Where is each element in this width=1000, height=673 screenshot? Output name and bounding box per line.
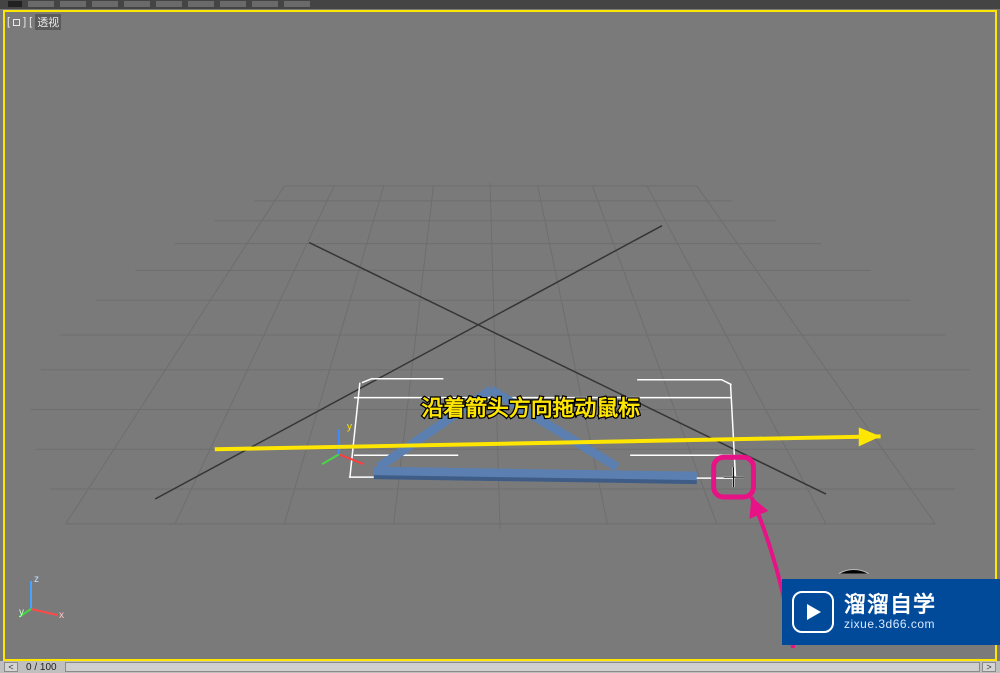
timeline-bar: < 0 / 100 > — [0, 661, 1000, 673]
toolbar-group[interactable] — [60, 1, 86, 7]
toolbar-icon[interactable] — [8, 1, 22, 7]
timeline-prev-button[interactable]: < — [4, 662, 18, 672]
watermark-sub: zixue.3d66.com — [844, 618, 936, 632]
axis-tripod: z x y — [19, 571, 69, 621]
transform-gizmo[interactable]: y — [322, 421, 364, 464]
object-bounds — [349, 379, 736, 478]
toolbar-group[interactable] — [124, 1, 150, 7]
toolbar-group[interactable] — [92, 1, 118, 7]
play-icon — [792, 591, 834, 633]
axis-label-x: x — [59, 610, 64, 621]
annotation-text: 沿着箭头方向拖动鼠标 — [421, 396, 640, 421]
watermark-badge: 溜溜自学 zixue.3d66.com — [782, 579, 1000, 645]
axis-label-y: y — [19, 607, 24, 618]
annotation-arrow — [215, 427, 881, 449]
toolbar-group[interactable] — [28, 1, 54, 7]
timeline-next-button[interactable]: > — [982, 662, 996, 672]
toolbar-group[interactable] — [188, 1, 214, 7]
gizmo-label-y: y — [347, 421, 352, 432]
watermark-title: 溜溜自学 — [844, 592, 936, 617]
perspective-viewport[interactable]: [ ] [ 透视 — [3, 10, 997, 661]
toolbar-group[interactable] — [220, 1, 246, 7]
axis-label-z: z — [34, 574, 39, 585]
toolbar-group[interactable] — [156, 1, 182, 7]
crosshair-cursor-icon — [724, 467, 744, 487]
toolbar-group[interactable] — [284, 1, 310, 7]
timeline-frame-label: 0 / 100 — [20, 662, 63, 673]
toolbar-group[interactable] — [252, 1, 278, 7]
scene[interactable]: y 沿着箭头方向拖动鼠标 — [5, 12, 995, 659]
top-toolbar — [0, 0, 1000, 9]
timeline-track[interactable] — [65, 662, 980, 672]
